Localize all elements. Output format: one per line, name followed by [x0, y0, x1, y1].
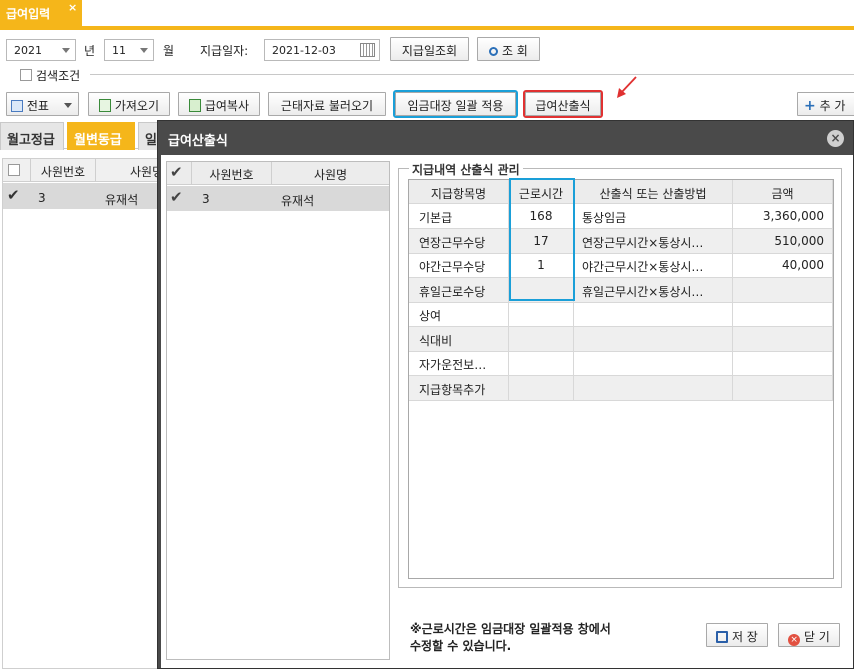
- column-header[interactable]: 금액: [733, 180, 833, 204]
- close-button[interactable]: × 닫 기: [778, 623, 840, 647]
- calendar-icon[interactable]: [360, 43, 375, 57]
- search-condition-checkbox[interactable]: [20, 69, 32, 81]
- check-icon[interactable]: ✔: [170, 188, 183, 206]
- search-button[interactable]: 조 회: [477, 37, 540, 61]
- table-cell-hours[interactable]: 17: [509, 228, 574, 254]
- table-cell-amount[interactable]: 40,000: [733, 253, 833, 278]
- tab-close-icon[interactable]: ×: [68, 1, 77, 14]
- employee-name: 유재석: [105, 193, 139, 207]
- table-cell-item[interactable]: 야간근무수당: [409, 253, 509, 278]
- note: ※근로시간은 임금대장 일괄적용 창에서 수정할 수 있습니다.: [410, 622, 611, 653]
- table-cell-formula[interactable]: 연장근무시간×통상시…: [574, 228, 733, 254]
- table-cell-formula[interactable]: [574, 302, 733, 327]
- tab-bar: [0, 0, 854, 30]
- add-button[interactable]: + 추 가: [797, 92, 854, 116]
- month-unit: 월: [163, 44, 175, 58]
- plus-icon: +: [804, 98, 816, 114]
- load-attendance-button[interactable]: 근태자료 불러오기: [268, 92, 386, 116]
- table-cell-hours[interactable]: [509, 351, 574, 376]
- table-cell-hours[interactable]: [509, 326, 574, 352]
- employee-grid-bg: [2, 158, 160, 669]
- table-cell-item[interactable]: 기본급: [409, 204, 509, 229]
- table-cell-formula[interactable]: [574, 375, 733, 401]
- chevron-down-icon: [140, 48, 148, 53]
- table-cell-item[interactable]: 상여: [409, 302, 509, 327]
- table-cell-formula[interactable]: [574, 351, 733, 376]
- payroll-calc-dialog: 급여산출식 × ✔ 사원번호 사원명 ✔ 3 유재석 지급내역 산출식 관리 지…: [157, 120, 854, 669]
- month-select[interactable]: 11: [104, 39, 154, 61]
- table-cell-amount[interactable]: [733, 375, 833, 401]
- payment-table: 지급항목명 근로시간 산출식 또는 산출방법 금액 기본급 168 통상임금 3,36…: [408, 178, 834, 579]
- select-all-checkbox[interactable]: [8, 164, 20, 176]
- import-button[interactable]: 가져오기: [88, 92, 170, 116]
- column-header[interactable]: 사원명: [95, 158, 160, 182]
- copy-icon: [189, 99, 201, 112]
- select-all-check-icon[interactable]: ✔: [170, 163, 183, 181]
- column-header[interactable]: 산출식 또는 산출방법: [574, 180, 733, 204]
- excel-icon: [99, 99, 111, 112]
- group-title: 지급내역 산출식 관리: [409, 161, 523, 178]
- tab-monthly-fixed[interactable]: 월고정급: [0, 122, 64, 150]
- document-icon: [11, 100, 23, 112]
- chevron-down-icon: [62, 48, 70, 53]
- chevron-down-icon: [64, 103, 72, 108]
- column-header[interactable]: 근로시간: [509, 180, 574, 204]
- table-cell-item[interactable]: 식대비: [409, 326, 509, 352]
- arrow-annotation-icon: [617, 76, 637, 98]
- tab-monthly-variable[interactable]: 월변동급: [67, 122, 135, 150]
- pay-date-label: 지급일자:: [200, 44, 249, 58]
- payroll-copy-button[interactable]: 급여복사: [178, 92, 260, 116]
- table-cell-item[interactable]: 지급항목추가: [409, 375, 509, 401]
- table-cell-formula[interactable]: [574, 326, 733, 352]
- dialog-body: ✔ 사원번호 사원명 ✔ 3 유재석 지급내역 산출식 관리 지급항목명 근로시…: [161, 155, 853, 668]
- save-button[interactable]: 저 장: [706, 623, 768, 647]
- pay-date-input[interactable]: 2021-12-03: [264, 39, 380, 61]
- voucher-button[interactable]: 전표: [6, 92, 79, 116]
- year-select[interactable]: 2021: [6, 39, 76, 61]
- save-icon: [716, 631, 729, 643]
- table-cell-amount[interactable]: [733, 351, 833, 376]
- column-header[interactable]: 사원번호: [191, 162, 271, 185]
- table-cell-amount[interactable]: [733, 302, 833, 327]
- close-icon: ×: [788, 634, 801, 646]
- table-cell-hours[interactable]: 1: [509, 253, 574, 278]
- table-cell-hours[interactable]: [509, 277, 574, 303]
- divider: [90, 74, 854, 75]
- employee-name: 유재석: [281, 194, 315, 208]
- table-cell-amount[interactable]: 510,000: [733, 228, 833, 254]
- table-cell-amount[interactable]: [733, 326, 833, 352]
- table-cell-hours[interactable]: [509, 375, 574, 401]
- table-row[interactable]: [167, 186, 389, 211]
- year-unit: 년: [84, 44, 96, 58]
- payroll-calc-button[interactable]: 급여산출식: [523, 90, 603, 118]
- close-icon[interactable]: ×: [827, 130, 844, 147]
- table-cell-hours[interactable]: 168: [509, 204, 574, 229]
- employee-list: [166, 161, 390, 660]
- column-header[interactable]: 사원번호: [30, 158, 95, 182]
- table-cell-amount[interactable]: [733, 277, 833, 303]
- table-cell-formula[interactable]: 통상임금: [574, 204, 733, 229]
- pay-date-lookup-button[interactable]: 지급일조회: [390, 37, 469, 61]
- employee-id: 3: [202, 192, 210, 206]
- search-condition-label: 검색조건: [36, 69, 81, 83]
- dialog-title: 급여산출식: [168, 134, 228, 149]
- check-icon: ✔: [7, 186, 20, 204]
- table-cell-item[interactable]: 휴일근로수당: [409, 277, 509, 303]
- search-icon: [489, 47, 499, 56]
- table-cell-amount[interactable]: 3,360,000: [733, 204, 833, 229]
- employee-id: 3: [38, 191, 46, 205]
- table-cell-hours[interactable]: [509, 302, 574, 327]
- table-cell-item[interactable]: 자가운전보…: [409, 351, 509, 376]
- table-cell-item[interactable]: 연장근무수당: [409, 228, 509, 254]
- table-cell-formula[interactable]: 휴일근무시간×통상시…: [574, 277, 733, 303]
- ledger-apply-button[interactable]: 임금대장 일괄 적용: [393, 90, 518, 118]
- column-header[interactable]: 지급항목명: [409, 180, 509, 204]
- table-cell-formula[interactable]: 야간근무시간×통상시…: [574, 253, 733, 278]
- column-header[interactable]: 사원명: [271, 162, 389, 185]
